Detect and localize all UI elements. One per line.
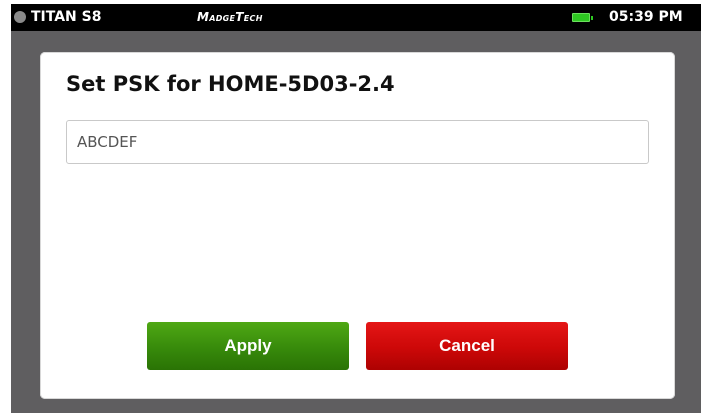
clock: 05:39 PM: [609, 9, 683, 25]
psk-input[interactable]: [66, 120, 649, 164]
status-indicator-icon: [14, 11, 26, 23]
cancel-button[interactable]: Cancel: [366, 322, 568, 370]
status-bar: TITAN S8 MadgeTech 05:39 PM: [11, 4, 701, 31]
psk-dialog: Set PSK for HOME-5D03-2.4 Apply Cancel: [40, 52, 675, 399]
battery-full-icon: [572, 13, 593, 22]
dialog-title: Set PSK for HOME-5D03-2.4: [66, 72, 395, 96]
device-screen: TITAN S8 MadgeTech 05:39 PM Set PSK for …: [11, 4, 701, 413]
device-name: TITAN S8: [31, 9, 102, 25]
apply-button[interactable]: Apply: [147, 322, 349, 370]
brand-logo: MadgeTech: [197, 10, 263, 24]
